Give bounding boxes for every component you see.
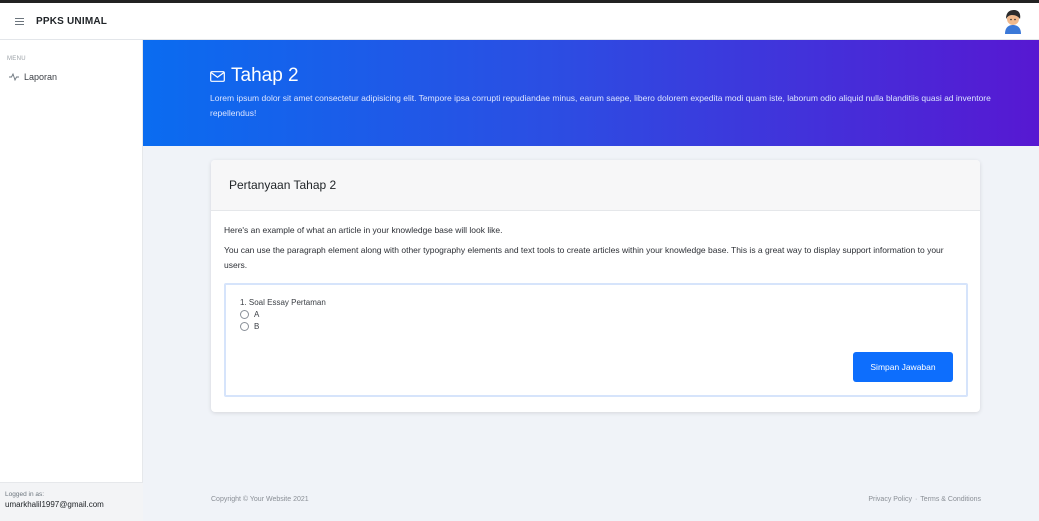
radio-button[interactable] xyxy=(240,310,249,319)
logged-in-user: umarkhalil1997@gmail.com xyxy=(5,500,104,509)
footer-separator: · xyxy=(914,496,918,503)
page-title: Tahap 2 xyxy=(210,65,299,87)
envelope-icon xyxy=(210,70,225,82)
page-description: Lorem ipsum dolor sit amet consectetur a… xyxy=(210,93,991,118)
sidebar-item-label: Laporan xyxy=(24,72,58,82)
page-title-text: Tahap 2 xyxy=(231,65,299,86)
terms-conditions-link[interactable]: Terms & Conditions xyxy=(920,496,981,503)
copyright-text: Copyright © Your Website 2021 xyxy=(211,496,309,503)
sidebar: MENU Laporan Logged in as: umarkhalil199… xyxy=(0,40,143,521)
activity-icon xyxy=(9,73,19,81)
save-answer-button[interactable]: Simpan Jawaban xyxy=(853,352,953,382)
option-label: A xyxy=(254,310,260,319)
question-form: 1. Soal Essay Pertaman A B Simpan Jawaba… xyxy=(224,283,968,397)
question-card: Pertanyaan Tahap 2 Here's an example of … xyxy=(211,160,980,412)
top-navbar: PPKS UNIMAL xyxy=(0,0,1039,40)
option-b[interactable]: B xyxy=(240,322,966,331)
intro-paragraph: Here's an example of what an article in … xyxy=(224,225,503,235)
sidebar-footer: Logged in as: umarkhalil1997@gmail.com xyxy=(0,482,143,521)
sidebar-item-laporan[interactable]: Laporan xyxy=(9,72,142,82)
logged-in-label: Logged in as: xyxy=(5,491,45,498)
card-body: Here's an example of what an article in … xyxy=(211,211,980,397)
brand-title[interactable]: PPKS UNIMAL xyxy=(36,16,107,27)
user-avatar[interactable] xyxy=(1001,9,1025,35)
privacy-policy-link[interactable]: Privacy Policy xyxy=(868,496,912,503)
footer-links: Privacy Policy · Terms & Conditions xyxy=(868,496,981,503)
card-title: Pertanyaan Tahap 2 xyxy=(229,178,337,192)
option-a[interactable]: A xyxy=(240,310,966,319)
option-label: B xyxy=(254,322,260,331)
page-header: Tahap 2 Lorem ipsum dolor sit amet conse… xyxy=(143,40,1039,146)
hamburger-icon xyxy=(14,17,24,25)
sidebar-toggle-button[interactable] xyxy=(4,3,34,40)
question-text: 1. Soal Essay Pertaman xyxy=(240,298,326,307)
radio-button[interactable] xyxy=(240,322,249,331)
sidebar-heading: MENU xyxy=(7,56,26,62)
description-paragraph: You can use the paragraph element along … xyxy=(224,245,944,270)
card-header: Pertanyaan Tahap 2 xyxy=(211,160,980,211)
